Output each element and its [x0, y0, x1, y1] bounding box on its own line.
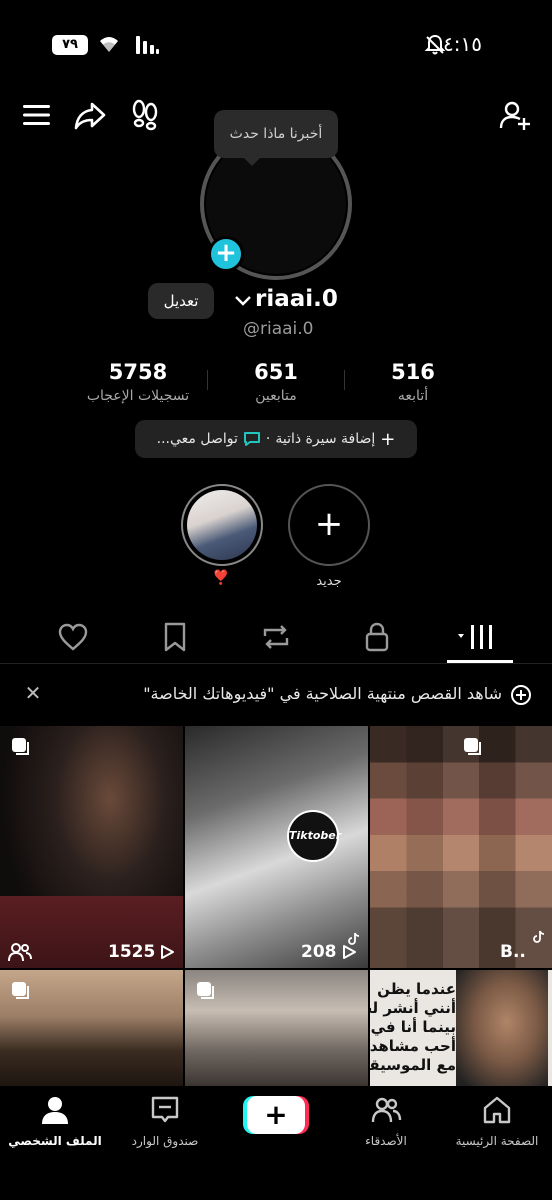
video-tile[interactable] — [0, 970, 183, 1086]
add-bio-button[interactable]: + إضافة سيرة ذاتية · تواصل معي... — [135, 420, 417, 458]
signal-icon — [136, 36, 159, 54]
edit-profile-button[interactable]: تعديل — [148, 283, 214, 319]
username[interactable]: riaai.0 — [255, 286, 338, 312]
tiktober-sticker: Tiktober — [287, 810, 341, 862]
lock-icon[interactable] — [360, 620, 394, 654]
view-count-value: 208 — [301, 942, 337, 962]
likes-label: تسجيلات الإعجاب — [86, 388, 190, 404]
inbox-icon — [151, 1096, 179, 1123]
share-icon[interactable] — [73, 98, 107, 132]
footprints-icon[interactable] — [128, 98, 162, 132]
bookmark-icon[interactable] — [158, 620, 192, 654]
blurred-thumbnail — [370, 726, 552, 968]
caption-line: أنني أنشر لجنب — [370, 999, 456, 1017]
followers-count[interactable]: 651 — [206, 360, 346, 384]
multi-photo-icon — [12, 738, 29, 755]
following-label: أتابعه — [397, 388, 429, 404]
play-icon — [161, 945, 175, 959]
new-highlight-label: جديد — [316, 574, 342, 589]
nav-profile[interactable]: الملف الشخصي — [0, 1094, 110, 1148]
multi-photo-icon — [464, 738, 481, 755]
video-tile[interactable]: عندما يظن أنني أنشر لجنب بينما أنا في ال… — [370, 970, 552, 1086]
friends-visibility-icon — [8, 943, 32, 962]
home-icon — [483, 1096, 511, 1124]
caption-line: بينما أنا في الح — [370, 1018, 456, 1036]
story-highlight-label: ❣️ — [212, 570, 230, 586]
heart-icon[interactable] — [56, 620, 90, 654]
multi-photo-icon — [12, 982, 29, 999]
tiktok-logo-icon — [533, 930, 545, 943]
tiktok-logo-icon — [348, 932, 360, 945]
menu-icon[interactable] — [20, 98, 54, 132]
repost-icon[interactable] — [259, 620, 293, 654]
clock: ٤:١٥ — [443, 32, 482, 56]
view-count: B.. — [500, 942, 526, 962]
nav-inbox[interactable]: صندوق الوارد — [110, 1094, 220, 1148]
notice-text: شاهد القصص منتهية الصلاحية في "فيديوهاتك… — [143, 684, 502, 703]
tile-photo — [456, 970, 548, 1086]
view-count-value: 1525 — [108, 942, 156, 962]
chevron-down-icon[interactable] — [234, 294, 252, 308]
plus-icon: + — [380, 428, 396, 450]
caption-line: مع الموسيقى — [370, 1056, 456, 1074]
bottom-navigation: الصفحة الرئيسية الأصدقاء + صندوق الوارد … — [0, 1086, 552, 1200]
multi-photo-icon — [197, 982, 214, 999]
new-highlight-button[interactable]: + — [288, 484, 370, 566]
nav-home[interactable]: الصفحة الرئيسية — [442, 1094, 552, 1148]
videos-grid-icon[interactable] — [456, 620, 502, 654]
friends-icon — [371, 1097, 402, 1123]
caption-line: عندما يظن — [377, 980, 456, 998]
plus-icon: + — [264, 1098, 288, 1131]
add-story-outline-icon — [511, 685, 531, 705]
followers-label: متابعين — [255, 388, 297, 404]
following-count[interactable]: 516 — [343, 360, 483, 384]
tile-caption: عندما يظن أنني أنشر لجنب بينما أنا في ال… — [370, 980, 456, 1075]
story-thumbnail — [187, 490, 257, 560]
likes-count[interactable]: 5758 — [68, 360, 208, 384]
profile-icon — [42, 1097, 68, 1124]
expired-stories-notice[interactable]: شاهد القصص منتهية الصلاحية في "فيديوهاتك… — [0, 678, 552, 712]
play-icon — [342, 945, 356, 959]
add-bio-label: إضافة سيرة ذاتية — [275, 431, 376, 447]
status-bar: ٧٩ ٤:١٥ — [0, 0, 552, 90]
tabs-divider — [0, 663, 552, 664]
view-count-value: B.. — [500, 942, 526, 962]
user-handle: @riaai.0 — [243, 319, 314, 339]
wifi-icon — [100, 37, 118, 52]
view-count: 1525 — [108, 942, 175, 962]
bio-separator: · — [265, 431, 271, 447]
nav-friends[interactable]: الأصدقاء — [331, 1094, 441, 1148]
video-tile[interactable]: B.. — [370, 726, 552, 968]
video-tile[interactable] — [185, 970, 368, 1086]
nav-friends-label: الأصدقاء — [365, 1134, 407, 1148]
nav-inbox-label: صندوق الوارد — [131, 1134, 199, 1148]
video-tile[interactable]: 208 — [185, 726, 368, 968]
status-tooltip[interactable]: أخبرنا ماذا حدث — [214, 110, 338, 166]
create-button[interactable]: + — [247, 1096, 305, 1134]
add-friend-icon[interactable] — [498, 98, 532, 132]
chat-bubble-icon — [243, 432, 260, 446]
nav-profile-label: الملف الشخصي — [8, 1134, 102, 1148]
add-story-button[interactable]: + — [208, 236, 244, 272]
video-tile[interactable]: 1525 — [0, 726, 183, 968]
nav-home-label: الصفحة الرئيسية — [455, 1134, 539, 1148]
close-icon[interactable]: ✕ — [22, 682, 44, 704]
caption-line: أحب مشاهدة نف — [370, 1037, 456, 1055]
contact-label: تواصل معي... — [156, 431, 238, 447]
story-highlight[interactable] — [181, 484, 263, 566]
battery-indicator: ٧٩ — [52, 35, 88, 55]
